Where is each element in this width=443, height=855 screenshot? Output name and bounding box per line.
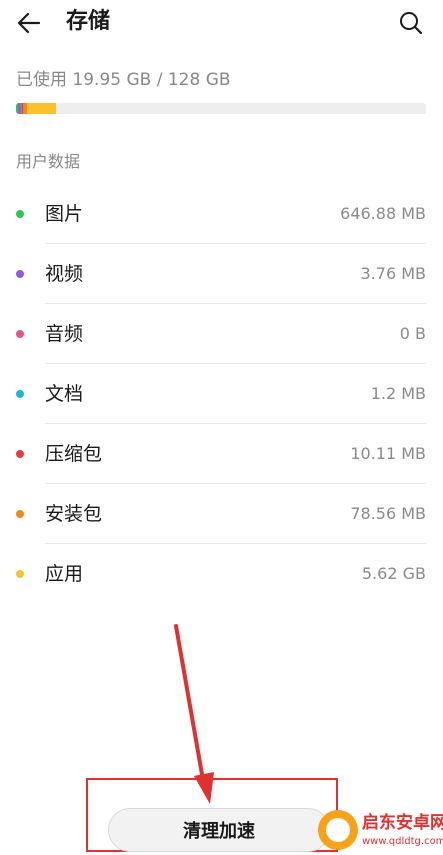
watermark-title: 启东安卓网 [362, 813, 443, 833]
watermark-logo-icon [318, 810, 358, 850]
storage-category-list: 图片 646.88 MB 视频 3.76 MB 音频 0 B 文档 1.2 MB… [0, 184, 443, 604]
category-size: 0 B [399, 324, 426, 343]
category-label: 文档 [45, 383, 84, 405]
category-label: 安装包 [45, 503, 103, 525]
page-title: 存储 [66, 9, 111, 34]
yellow-dot-icon [16, 570, 24, 578]
pink-dot-icon [16, 330, 24, 338]
category-label: 压缩包 [45, 443, 103, 465]
category-row-installers[interactable]: 安装包 78.56 MB [0, 484, 443, 544]
watermark-url: www.qdldtg.com [362, 836, 443, 847]
header: 存储 [0, 0, 443, 44]
category-size: 3.76 MB [360, 264, 427, 283]
category-row-videos[interactable]: 视频 3.76 MB [0, 244, 443, 304]
section-label-user-data: 用户数据 [16, 152, 81, 171]
search-button[interactable] [394, 6, 428, 40]
red-dot-icon [16, 450, 24, 458]
cyan-dot-icon [16, 390, 24, 398]
back-button[interactable] [12, 6, 46, 40]
category-size: 5.62 GB [361, 564, 426, 583]
category-row-apps[interactable]: 应用 5.62 GB [0, 544, 443, 604]
usage-segment [27, 103, 57, 114]
category-label: 音频 [45, 323, 84, 345]
category-label: 应用 [45, 563, 84, 585]
category-row-archives[interactable]: 压缩包 10.11 MB [0, 424, 443, 484]
watermark: 启东安卓网 www.qdldtg.com [310, 808, 443, 855]
category-label: 图片 [45, 203, 84, 225]
storage-usage-text: 已使用 19.95 GB / 128 GB [16, 70, 231, 90]
purple-dot-icon [16, 270, 24, 278]
category-row-audio[interactable]: 音频 0 B [0, 304, 443, 364]
green-dot-icon [16, 210, 24, 218]
back-arrow-icon [17, 12, 41, 34]
search-icon [400, 12, 423, 35]
category-size: 10.11 MB [350, 444, 426, 463]
orange-dot-icon [16, 510, 24, 518]
category-row-documents[interactable]: 文档 1.2 MB [0, 364, 443, 424]
category-size: 1.2 MB [370, 384, 426, 403]
category-row-images[interactable]: 图片 646.88 MB [0, 184, 443, 244]
category-label: 视频 [45, 263, 84, 285]
storage-usage-bar [16, 103, 426, 114]
category-size: 78.56 MB [350, 504, 426, 523]
clean-speedup-button[interactable]: 清理加速 [108, 808, 330, 852]
storage-screen: 存储 已使用 19.95 GB / 128 GB 用户数据 图片 646.88 … [0, 0, 443, 855]
category-size: 646.88 MB [340, 204, 426, 223]
